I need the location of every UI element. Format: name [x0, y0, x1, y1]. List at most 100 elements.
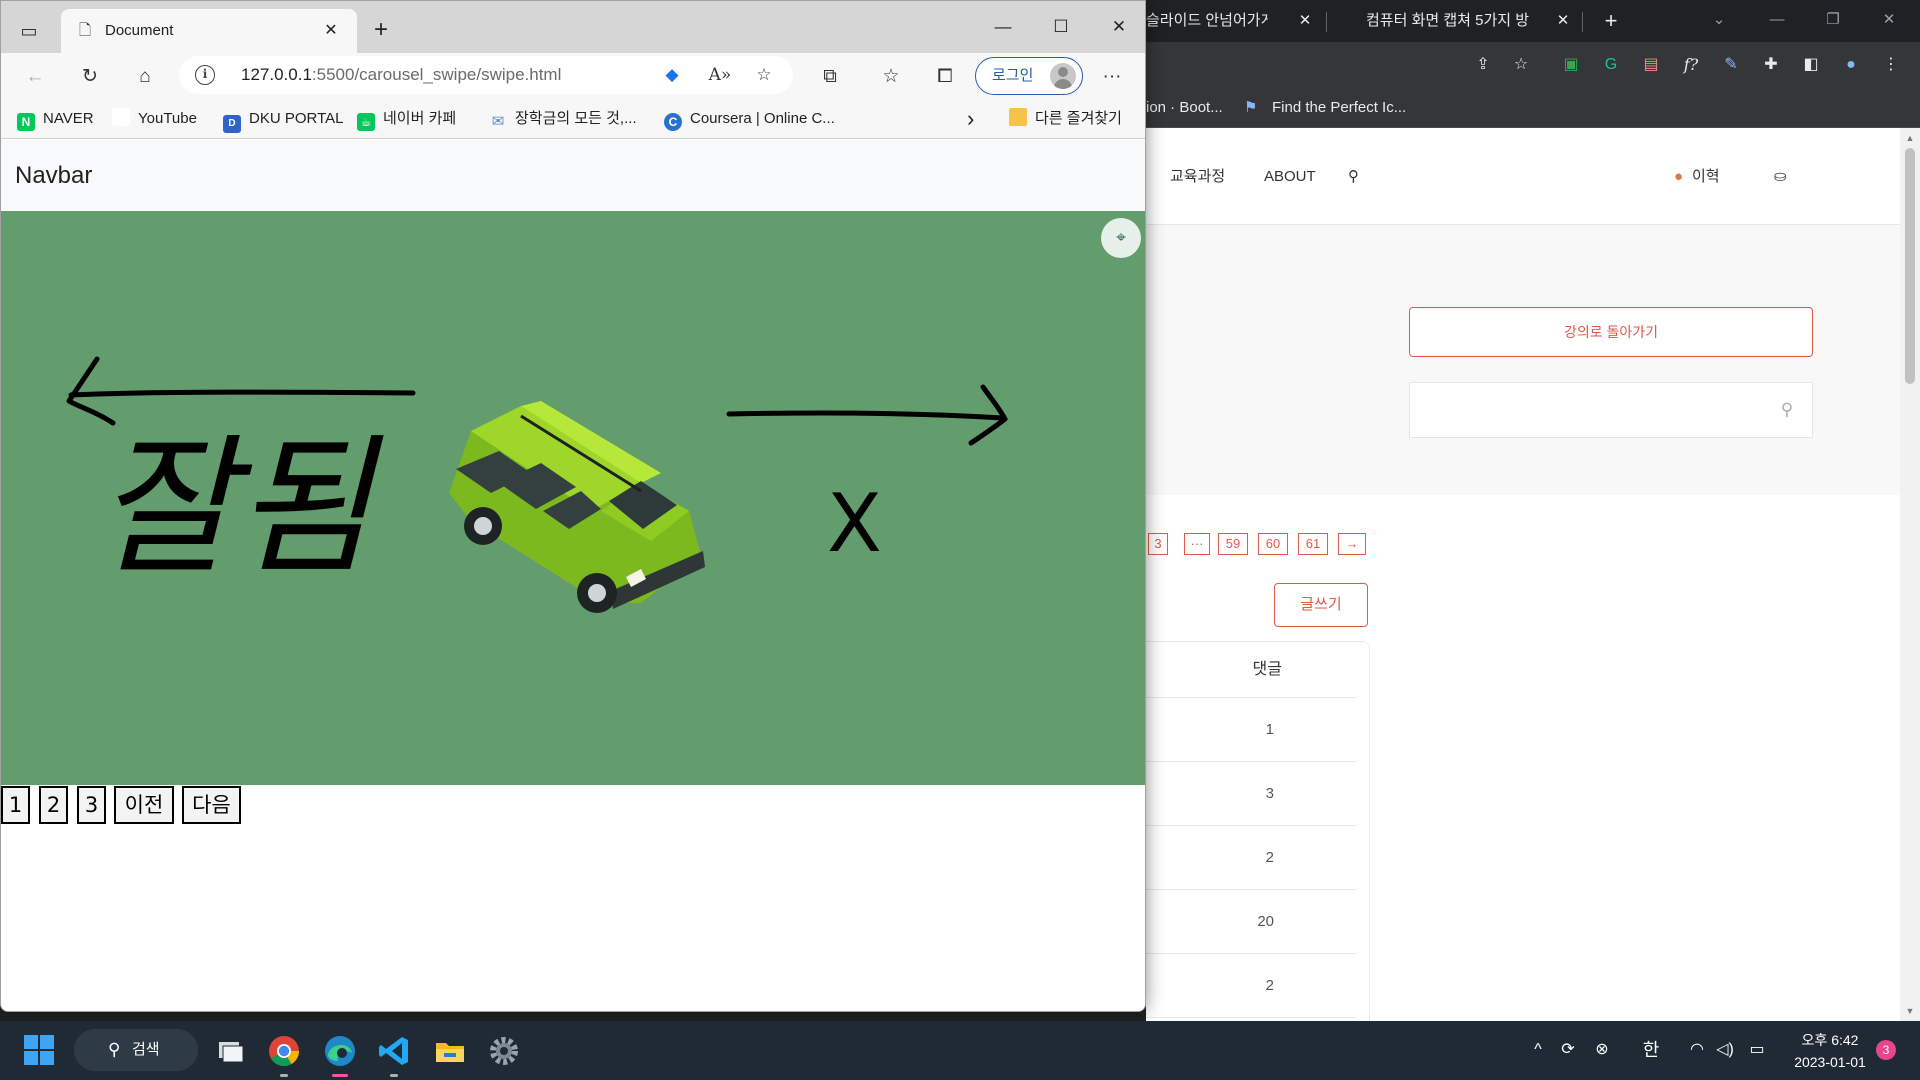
- pager-ellipsis[interactable]: ···: [1184, 533, 1210, 555]
- other-favorites-folder[interactable]: 다른 즐겨찾기: [1009, 107, 1122, 131]
- extension-green-icon[interactable]: ▣: [1556, 50, 1586, 80]
- slide-2-button[interactable]: 2: [39, 786, 68, 824]
- pen-icon[interactable]: ✎: [1716, 50, 1746, 80]
- pager-page-61[interactable]: 61: [1298, 533, 1328, 555]
- clock-date[interactable]: 2023-01-01: [1785, 1052, 1875, 1072]
- back-to-course-button[interactable]: 강의로 돌아가기: [1409, 307, 1813, 357]
- bg-tab-2[interactable]: 컴퓨터 화면 캡쳐 5가지 방: [1366, 8, 1542, 42]
- tab-actions-icon[interactable]: ▭: [13, 15, 45, 47]
- close-window-button[interactable]: ✕: [1093, 9, 1145, 45]
- bg-search-input[interactable]: ⚲: [1409, 382, 1813, 438]
- bg-tab-1[interactable]: 슬라이드 안넘어가게: [1146, 8, 1268, 42]
- bookmarks-overflow-chevron-icon[interactable]: ›: [967, 107, 974, 131]
- table-row[interactable]: 2: [1146, 826, 1356, 890]
- write-post-button[interactable]: 글쓰기: [1274, 583, 1368, 627]
- pager-page-3[interactable]: 3: [1148, 533, 1168, 555]
- chrome-app-icon[interactable]: [264, 1031, 304, 1077]
- refresh-icon[interactable]: ↻: [73, 60, 107, 94]
- wifi-icon[interactable]: ◠: [1684, 1037, 1710, 1063]
- settings-gear-icon[interactable]: [484, 1031, 524, 1071]
- prev-slide-button[interactable]: 이전: [114, 786, 174, 824]
- bg-bookmark-icons[interactable]: Find the Perfect Ic...: [1272, 96, 1406, 120]
- file-explorer-icon[interactable]: [430, 1031, 470, 1071]
- back-arrow-icon[interactable]: ←: [18, 60, 52, 94]
- login-profile-button[interactable]: 로그인: [975, 57, 1083, 95]
- bg-tab-search-icon[interactable]: ⌄: [1702, 6, 1736, 34]
- tray-app-close-icon[interactable]: ⊗: [1589, 1037, 1615, 1063]
- formula-icon[interactable]: f?: [1676, 50, 1706, 80]
- scrollbar-thumb[interactable]: [1905, 148, 1915, 384]
- side-panel-icon[interactable]: ◧: [1796, 50, 1826, 80]
- extensions-icon[interactable]: ⧉: [813, 60, 847, 94]
- windows-start-icon[interactable]: [24, 1035, 56, 1067]
- bookmark-naver-cafe[interactable]: ☕ 네이버 카페: [357, 107, 456, 131]
- bg-scrollbar[interactable]: ▲ ▼: [1900, 128, 1920, 1021]
- profile-avatar-icon[interactable]: ●: [1836, 50, 1866, 80]
- edge-active-tab[interactable]: 🗋 Document ✕: [61, 9, 357, 53]
- new-tab-button[interactable]: +: [365, 15, 397, 47]
- table-row[interactable]: 1: [1146, 698, 1356, 762]
- bg-menu-icon[interactable]: ⋮: [1876, 50, 1906, 80]
- coupon-tag-icon[interactable]: ◆: [659, 62, 685, 88]
- bg-close-icon[interactable]: ✕: [1872, 6, 1906, 34]
- table-row[interactable]: 3: [1146, 762, 1356, 826]
- vscode-app-icon[interactable]: [374, 1031, 414, 1077]
- maximize-button[interactable]: ☐: [1035, 9, 1087, 45]
- scroll-up-arrow-icon[interactable]: ▲: [1900, 130, 1920, 146]
- nav-user-name[interactable]: 이혁: [1692, 165, 1720, 189]
- taskbar-search[interactable]: ⚲ 검색: [74, 1029, 198, 1071]
- pager-page-60[interactable]: 60: [1258, 533, 1288, 555]
- site-info-icon[interactable]: i: [195, 65, 215, 85]
- bookmark-youtube[interactable]: YouTube: [112, 107, 197, 131]
- bookmark-star-icon[interactable]: ☆: [1506, 50, 1536, 80]
- table-row[interactable]: 20: [1146, 890, 1356, 954]
- bookmark-dku-portal[interactable]: D DKU PORTAL: [223, 107, 343, 133]
- read-aloud-icon[interactable]: A»: [707, 62, 733, 88]
- nav-curriculum[interactable]: 교육과정: [1170, 165, 1225, 189]
- sync-icon[interactable]: ⟳: [1555, 1037, 1581, 1063]
- task-view-icon[interactable]: [210, 1031, 250, 1071]
- add-favorite-icon[interactable]: ☆: [751, 62, 777, 88]
- show-hidden-icons-chevron[interactable]: ^: [1525, 1037, 1551, 1063]
- bookmark-naver[interactable]: N NAVER: [17, 107, 94, 131]
- bg-new-tab-button[interactable]: +: [1600, 8, 1622, 34]
- navbar-brand[interactable]: Navbar: [15, 161, 92, 191]
- slide-3-button[interactable]: 3: [77, 786, 106, 824]
- extension-calendar-icon[interactable]: ▤: [1636, 50, 1666, 80]
- edge-tab-close-icon[interactable]: ✕: [319, 19, 343, 43]
- search-icon[interactable]: ⚲: [1776, 399, 1798, 421]
- bg-tab-2-close-icon[interactable]: ✕: [1552, 8, 1574, 34]
- visual-search-icon[interactable]: ⌖: [1101, 218, 1141, 258]
- pager-next-arrow[interactable]: →: [1338, 533, 1366, 555]
- address-bar[interactable]: i 127.0.0.1:5500/carousel_swipe/swipe.ht…: [179, 56, 793, 94]
- battery-icon[interactable]: ▭: [1744, 1037, 1770, 1063]
- bg-restore-icon[interactable]: ❐: [1816, 6, 1850, 34]
- extensions-puzzle-icon[interactable]: ✚: [1756, 50, 1786, 80]
- clock-time[interactable]: 오후 6:42: [1785, 1030, 1875, 1050]
- cart-basket-icon[interactable]: ⛀: [1774, 165, 1787, 189]
- table-row[interactable]: 2: [1146, 954, 1356, 1018]
- scroll-down-arrow-icon[interactable]: ▼: [1900, 1003, 1920, 1019]
- user-avatar[interactable]: ●: [1674, 165, 1683, 189]
- bg-minimize-icon[interactable]: —: [1760, 6, 1794, 34]
- notification-badge[interactable]: 3: [1876, 1040, 1896, 1060]
- collections-icon[interactable]: ⧠: [928, 60, 962, 94]
- more-menu-icon[interactable]: ···: [1095, 60, 1129, 94]
- ime-language-indicator[interactable]: 한: [1639, 1037, 1663, 1063]
- volume-icon[interactable]: ◁): [1712, 1037, 1738, 1063]
- favorites-icon[interactable]: ☆: [874, 60, 908, 94]
- home-icon[interactable]: ⌂: [128, 60, 162, 94]
- grammarly-icon[interactable]: G: [1596, 50, 1626, 80]
- bookmark-scholarship[interactable]: ✉ 장학금의 모든 것,...: [489, 107, 637, 131]
- slide-1-button[interactable]: 1: [1, 786, 30, 824]
- nav-search-icon[interactable]: ⚲: [1348, 165, 1359, 189]
- edge-app-icon[interactable]: [320, 1031, 360, 1077]
- pager-page-59[interactable]: 59: [1218, 533, 1248, 555]
- nav-about[interactable]: ABOUT: [1264, 165, 1316, 189]
- bookmark-coursera[interactable]: C Coursera | Online C...: [664, 107, 835, 131]
- share-icon[interactable]: ⇪: [1468, 50, 1498, 80]
- minimize-button[interactable]: —: [977, 9, 1029, 45]
- carousel-slide[interactable]: 잘됨 X ⌖: [1, 211, 1145, 785]
- bg-tab-1-close-icon[interactable]: ✕: [1294, 8, 1316, 34]
- next-slide-button[interactable]: 다음: [182, 786, 241, 824]
